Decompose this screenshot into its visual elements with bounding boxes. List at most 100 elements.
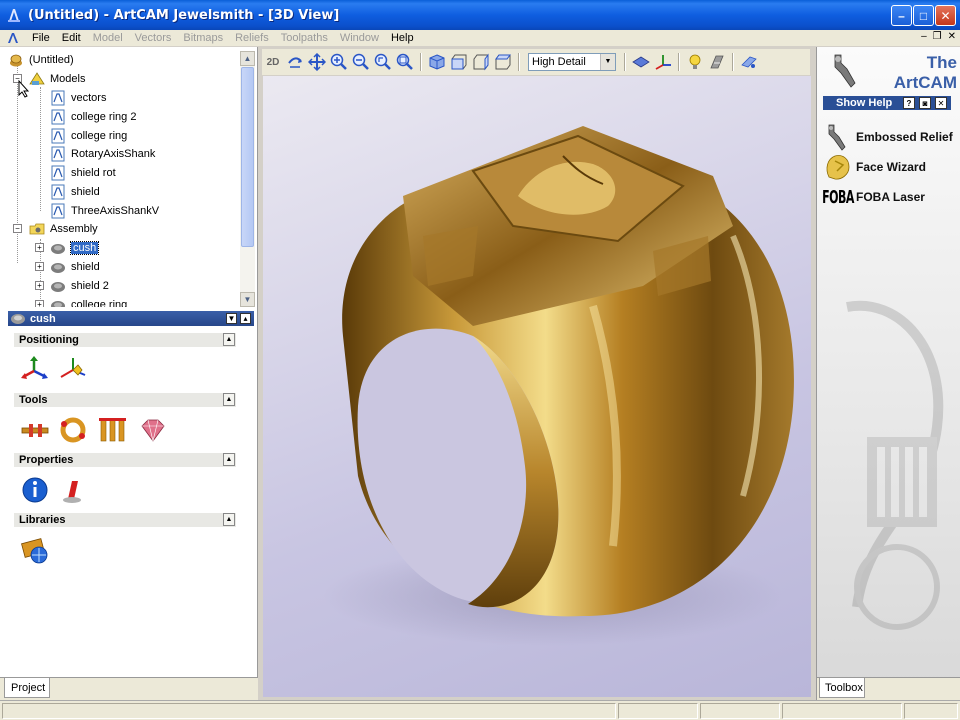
front-view-button[interactable] <box>449 52 469 72</box>
title-bar[interactable]: (Untitled) - ArtCAM Jewelsmith - [3D Vie… <box>0 0 960 30</box>
detail-level-select[interactable]: High Detail ▼ <box>528 53 616 71</box>
array-tool-icon[interactable] <box>98 415 128 445</box>
tree-item-cush[interactable]: cush <box>50 239 100 257</box>
tree-item-model[interactable]: ThreeAxisShankV <box>50 202 159 220</box>
menu-edit[interactable]: Edit <box>56 32 87 44</box>
3d-view-canvas[interactable] <box>263 76 811 697</box>
front-cube-icon <box>451 54 467 70</box>
library-icon[interactable] <box>20 535 50 565</box>
tree-item-assembly-part[interactable]: shield 2 <box>50 277 109 295</box>
menu-help[interactable]: Help <box>385 32 420 44</box>
toolbox-item-embossed-relief[interactable]: Embossed Relief <box>823 123 953 151</box>
mdi-close-button[interactable]: ✕ <box>948 31 956 42</box>
close-button[interactable]: ✕ <box>935 5 956 26</box>
view-2d-button[interactable]: 2D <box>263 52 283 72</box>
panel-dropdown-button[interactable]: ▼ <box>226 313 237 324</box>
menu-toolpaths[interactable]: Toolpaths <box>275 32 334 44</box>
section-properties[interactable]: Properties ▲ <box>14 453 236 467</box>
menu-window[interactable]: Window <box>334 32 385 44</box>
section-libraries[interactable]: Libraries ▲ <box>14 513 236 527</box>
document-icon[interactable] <box>6 31 20 45</box>
tree-item-model[interactable]: vectors <box>50 89 106 107</box>
rotate-axis-icon[interactable] <box>58 355 88 385</box>
tree-item-model[interactable]: RotaryAxisShank <box>50 145 155 163</box>
section-positioning[interactable]: Positioning ▲ <box>14 333 236 347</box>
wrap-tool-icon[interactable] <box>58 415 88 445</box>
menu-file[interactable]: File <box>26 32 56 44</box>
tree-item-assembly[interactable]: Assembly <box>29 220 98 238</box>
zoom-extents-button[interactable] <box>395 52 415 72</box>
artcam-app-icon[interactable] <box>6 7 22 23</box>
iso-cube-icon <box>429 54 445 70</box>
close-icon: ✕ <box>940 8 951 23</box>
toolbox-close-button[interactable]: ✕ <box>935 97 947 109</box>
gem-tool-icon[interactable] <box>138 415 168 445</box>
mdi-restore-button[interactable]: ❐ <box>933 31 942 42</box>
toolbox-item-foba-laser[interactable]: FOBA FOBA Laser <box>822 183 925 211</box>
status-bar <box>0 700 960 720</box>
tree-item-assembly-part[interactable]: college ring <box>50 296 127 307</box>
tree-item-model[interactable]: shield <box>50 183 100 201</box>
expand-shield-button[interactable]: + <box>35 262 44 271</box>
toolbar-separator <box>678 53 680 71</box>
collapse-section-button[interactable]: ▲ <box>223 393 235 406</box>
section-tools[interactable]: Tools ▲ <box>14 393 236 407</box>
maximize-button[interactable]: □ <box>913 5 934 26</box>
minimize-button[interactable]: – <box>891 5 912 26</box>
expand-college-ring-button[interactable]: + <box>35 300 44 307</box>
material-button[interactable] <box>707 52 727 72</box>
collapse-section-button[interactable]: ▲ <box>223 333 235 346</box>
tab-toolbox[interactable]: Toolbox <box>819 678 865 698</box>
bend-tool-icon[interactable] <box>20 415 50 445</box>
toolbox-item-face-wizard[interactable]: Face Wizard <box>823 153 926 181</box>
rotate-view-button[interactable] <box>285 52 305 72</box>
tree-item-model[interactable]: shield rot <box>50 164 116 182</box>
toolbar-separator <box>624 53 626 71</box>
pan-icon <box>308 53 326 71</box>
mouse-cursor-icon <box>18 80 30 98</box>
menu-bitmaps[interactable]: Bitmaps <box>177 32 229 44</box>
move-axis-icon[interactable] <box>20 355 50 385</box>
tree-item-model[interactable]: college ring 2 <box>50 108 136 126</box>
expand-shield-2-button[interactable]: + <box>35 281 44 290</box>
zoom-in-button[interactable] <box>329 52 349 72</box>
iso-view-button[interactable] <box>427 52 447 72</box>
top-view-button[interactable] <box>493 52 513 72</box>
zoom-out-button[interactable] <box>351 52 371 72</box>
toolbox-refresh-button[interactable]: ◙ <box>919 97 931 109</box>
shading-button[interactable] <box>631 52 651 72</box>
zoom-previous-button[interactable] <box>373 52 393 72</box>
scroll-up-button[interactable]: ▲ <box>240 51 255 66</box>
mdi-minimize-button[interactable]: – <box>921 31 927 42</box>
menu-vectors[interactable]: Vectors <box>129 32 178 44</box>
scroll-thumb[interactable] <box>241 67 254 247</box>
info-icon[interactable] <box>20 475 50 505</box>
show-help-bar[interactable]: Show Help ? ◙ ✕ <box>823 96 951 110</box>
embossed-relief-icon <box>828 124 846 151</box>
collapse-assembly-button[interactable]: − <box>13 224 22 233</box>
collapse-section-button[interactable]: ▲ <box>223 513 235 526</box>
tree-item-model[interactable]: college ring <box>50 127 127 145</box>
axes-button[interactable] <box>653 52 673 72</box>
render-button[interactable] <box>739 52 759 72</box>
tree-scrollbar[interactable]: ▲ ▼ <box>240 51 255 307</box>
tree-item-assembly-part[interactable]: shield <box>50 258 100 276</box>
panel-pin-button[interactable]: ▴ <box>240 313 251 324</box>
tree-label: college ring <box>71 299 128 307</box>
menu-model[interactable]: Model <box>87 32 129 44</box>
material-icon[interactable] <box>58 475 88 505</box>
pan-view-button[interactable] <box>307 52 327 72</box>
tree-item-root[interactable]: (Untitled) <box>8 51 74 69</box>
chevron-down-icon[interactable]: ▼ <box>600 54 615 70</box>
expand-cush-button[interactable]: + <box>35 243 44 252</box>
scroll-down-button[interactable]: ▼ <box>240 292 255 307</box>
lighting-button[interactable] <box>685 52 705 72</box>
tab-project[interactable]: Project <box>4 678 50 698</box>
collapse-section-button[interactable]: ▲ <box>223 453 235 466</box>
show-help-label: Show Help <box>836 97 893 109</box>
menu-reliefs[interactable]: Reliefs <box>229 32 275 44</box>
tree-item-models[interactable]: Models <box>29 70 85 88</box>
help-button[interactable]: ? <box>903 97 915 109</box>
side-view-button[interactable] <box>471 52 491 72</box>
status-cell-message <box>2 703 616 719</box>
